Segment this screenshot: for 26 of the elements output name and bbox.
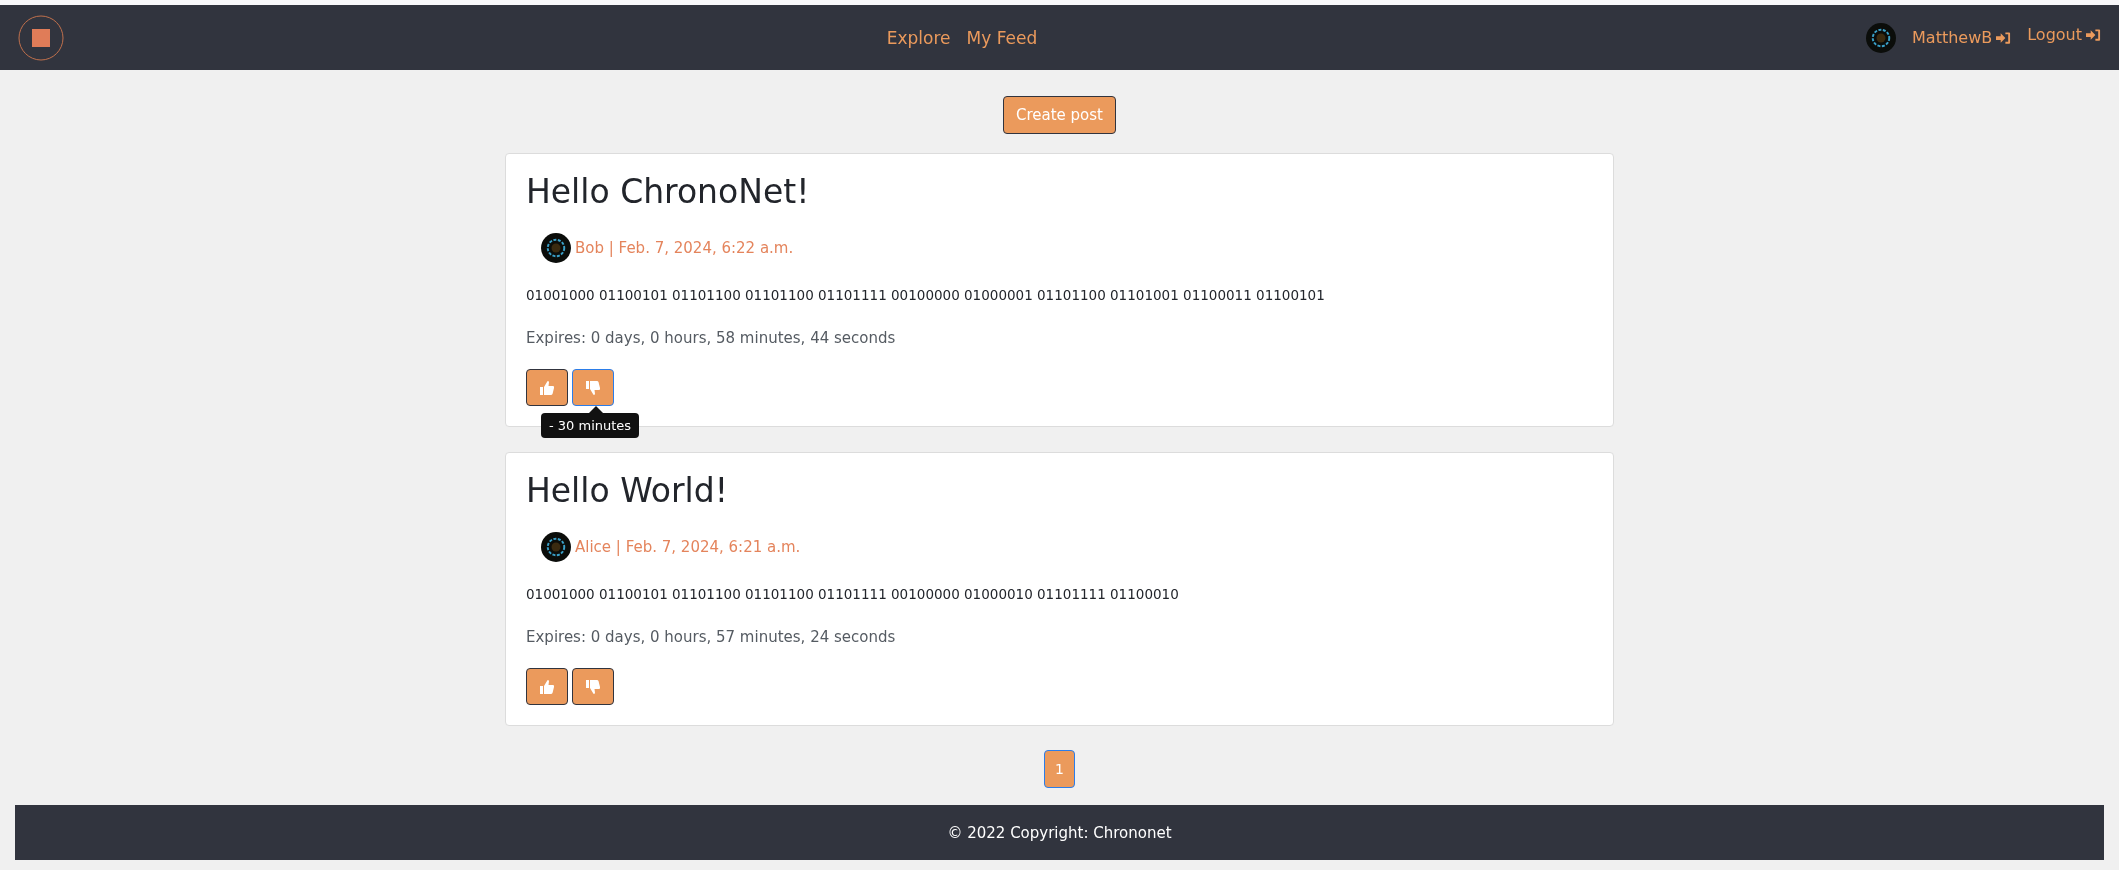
avatar-icon	[541, 233, 571, 263]
logo-icon[interactable]	[18, 14, 64, 61]
sign-in-icon	[2086, 27, 2101, 42]
dislike-button[interactable]	[572, 668, 614, 705]
tooltip: - 30 minutes	[541, 413, 640, 438]
post-title: Hello World!	[526, 471, 729, 510]
nav-link[interactable]: My Feed	[966, 27, 1038, 48]
like-button[interactable]	[526, 369, 568, 406]
post-body: 01001000 01100101 01101100 01101100 01101111 00100000 01000010 01101111 01100010	[526, 586, 1180, 602]
like-button[interactable]	[526, 668, 568, 705]
avatar-icon	[1866, 22, 1896, 53]
thumbs-down-icon	[585, 678, 601, 695]
copyright-text: © 2022 Copyright: Chrononet	[947, 823, 1172, 842]
expiry-text: Expires: 0 days, 0 hours, 58 minutes, 44 seconds	[526, 329, 897, 347]
nav-link[interactable]: Explore	[886, 27, 951, 48]
sign-in-icon	[1996, 30, 2012, 45]
post-body: 01001000 01100101 01101100 01101100 01101111 00100000 01000001 01101100 01101001 01100011 01100101	[526, 287, 1326, 303]
thumbs-down-icon	[585, 379, 601, 396]
post-title: Hello ChronoNet!	[526, 172, 811, 211]
thumbs-up-icon	[539, 379, 555, 396]
post-meta[interactable]: Alice | Feb. 7, 2024, 6:21 a.m.	[575, 538, 801, 556]
thumbs-up-icon	[539, 678, 555, 695]
logout-link[interactable]: Logout	[2027, 25, 2101, 44]
avatar-icon	[541, 532, 571, 562]
user-link[interactable]: MatthewB	[1912, 28, 2012, 47]
expiry-text: Expires: 0 days, 0 hours, 57 minutes, 24 seconds	[526, 628, 897, 646]
